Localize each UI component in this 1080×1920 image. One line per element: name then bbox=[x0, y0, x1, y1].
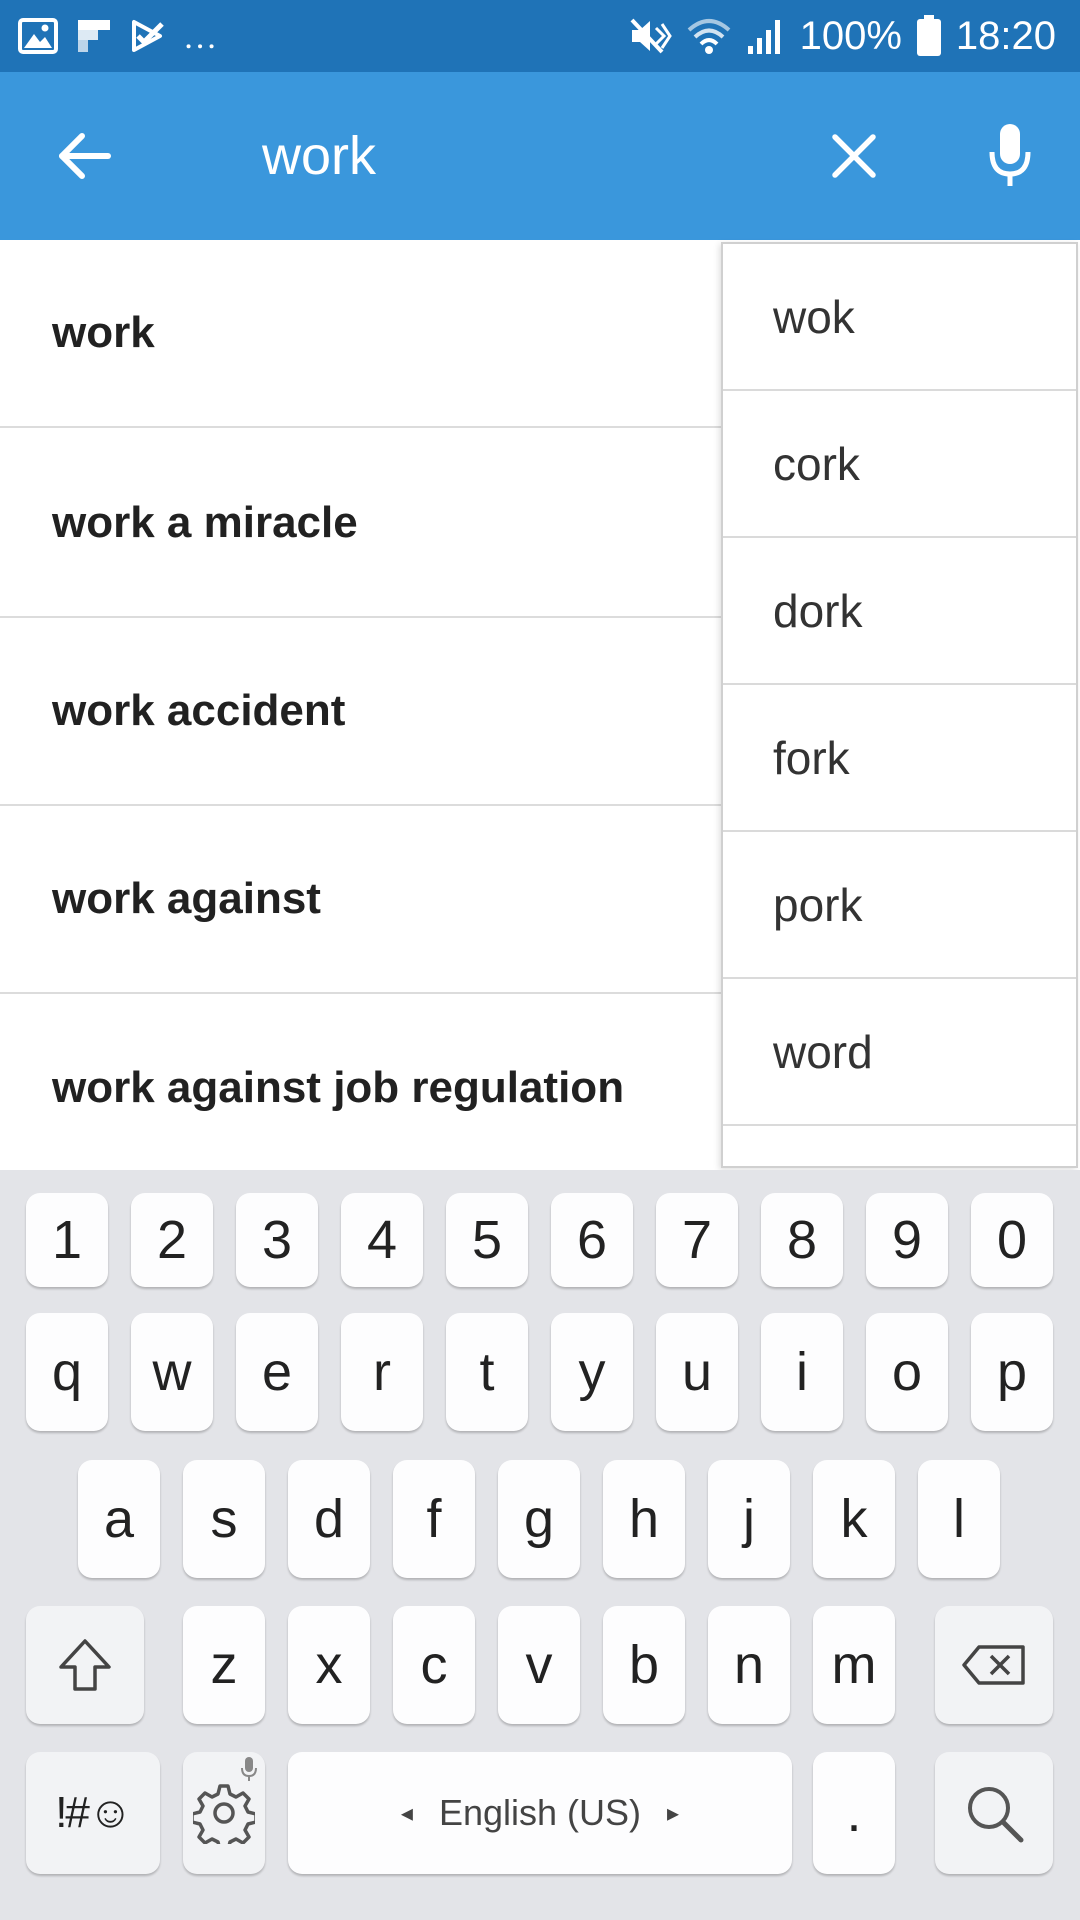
result-item[interactable]: work bbox=[0, 240, 722, 428]
suggestion-item[interactable]: pork bbox=[723, 832, 1076, 979]
key-h[interactable]: h bbox=[603, 1460, 685, 1578]
suggestion-label: dork bbox=[773, 584, 863, 637]
key-e[interactable]: e bbox=[236, 1313, 318, 1431]
status-overflow-dots: ... bbox=[184, 15, 219, 57]
wifi-icon bbox=[687, 19, 730, 54]
gear-icon bbox=[193, 1784, 255, 1844]
period-key[interactable]: . bbox=[813, 1752, 895, 1874]
search-input[interactable] bbox=[262, 114, 782, 198]
status-bar: ... 100% 18:20 bbox=[0, 0, 1080, 72]
symbols-key[interactable]: !#☺ bbox=[26, 1752, 160, 1874]
space-bar-language-label: English (US) bbox=[438, 1792, 642, 1833]
mute-icon bbox=[630, 18, 672, 54]
result-label: work against job regulation bbox=[52, 1063, 625, 1112]
suggestion-label: word bbox=[773, 1025, 873, 1078]
key-i[interactable]: i bbox=[761, 1313, 843, 1431]
key-f[interactable]: f bbox=[393, 1460, 475, 1578]
space-bar[interactable]: ◂ English (US) ▸ bbox=[288, 1752, 792, 1874]
key-4[interactable]: 4 bbox=[341, 1193, 423, 1287]
key-2[interactable]: 2 bbox=[131, 1193, 213, 1287]
key-c[interactable]: c bbox=[393, 1606, 475, 1724]
result-label: work against bbox=[52, 874, 321, 923]
key-b[interactable]: b bbox=[603, 1606, 685, 1724]
key-l[interactable]: l bbox=[918, 1460, 1000, 1578]
clock: 18:20 bbox=[955, 14, 1056, 58]
key-x[interactable]: x bbox=[288, 1606, 370, 1724]
key-d[interactable]: d bbox=[288, 1460, 370, 1578]
key-9[interactable]: 9 bbox=[866, 1193, 948, 1287]
backspace-key[interactable] bbox=[935, 1606, 1053, 1724]
result-item[interactable]: work against job regulation bbox=[0, 994, 722, 1170]
key-p[interactable]: p bbox=[971, 1313, 1053, 1431]
suggestion-item[interactable]: dork bbox=[723, 538, 1076, 685]
key-u[interactable]: u bbox=[656, 1313, 738, 1431]
checkbox-app-icon bbox=[132, 20, 164, 52]
flipboard-icon bbox=[78, 20, 110, 52]
key-z[interactable]: z bbox=[183, 1606, 265, 1724]
language-right-arrow-icon: ▸ bbox=[667, 1799, 680, 1827]
key-a[interactable]: a bbox=[78, 1460, 160, 1578]
status-right: 100% 18:20 bbox=[628, 10, 1056, 62]
key-0[interactable]: 0 bbox=[971, 1193, 1053, 1287]
result-item[interactable]: work a miracle bbox=[0, 430, 722, 618]
close-icon bbox=[832, 134, 876, 178]
result-item[interactable]: work accident bbox=[0, 618, 722, 806]
suggestion-label: fork bbox=[773, 731, 850, 784]
shift-key[interactable] bbox=[26, 1606, 144, 1724]
key-6[interactable]: 6 bbox=[551, 1193, 633, 1287]
key-n[interactable]: n bbox=[708, 1606, 790, 1724]
result-label: work accident bbox=[52, 686, 346, 735]
status-left: ... bbox=[18, 14, 218, 58]
result-item[interactable]: work against bbox=[0, 806, 722, 994]
key-m[interactable]: m bbox=[813, 1606, 895, 1724]
key-g[interactable]: g bbox=[498, 1460, 580, 1578]
search-key[interactable] bbox=[935, 1752, 1053, 1874]
suggestion-label: cork bbox=[773, 437, 860, 490]
key-5[interactable]: 5 bbox=[446, 1193, 528, 1287]
suggestion-item[interactable]: cork bbox=[723, 391, 1076, 538]
suggestion-item[interactable]: wok bbox=[723, 244, 1076, 391]
search-results-list: work work a miracle work accident work a… bbox=[0, 240, 722, 1170]
key-8[interactable]: 8 bbox=[761, 1193, 843, 1287]
microphone-icon bbox=[989, 124, 1031, 186]
key-7[interactable]: 7 bbox=[656, 1193, 738, 1287]
arrow-left-icon bbox=[59, 133, 111, 179]
battery-icon bbox=[916, 15, 941, 56]
gallery-icon bbox=[18, 18, 58, 54]
result-label: work bbox=[52, 308, 155, 357]
key-t[interactable]: t bbox=[446, 1313, 528, 1431]
key-r[interactable]: r bbox=[341, 1313, 423, 1431]
signal-icon bbox=[747, 20, 780, 54]
key-o[interactable]: o bbox=[866, 1313, 948, 1431]
shift-arrow-icon bbox=[59, 1639, 111, 1691]
key-v[interactable]: v bbox=[498, 1606, 580, 1724]
search-icon bbox=[968, 1787, 1024, 1843]
key-y[interactable]: y bbox=[551, 1313, 633, 1431]
suggestion-item[interactable]: word bbox=[723, 979, 1076, 1126]
key-j[interactable]: j bbox=[708, 1460, 790, 1578]
key-q[interactable]: q bbox=[26, 1313, 108, 1431]
suggestion-item[interactable]: fork bbox=[723, 685, 1076, 832]
key-w[interactable]: w bbox=[131, 1313, 213, 1431]
suggestion-label: wok bbox=[773, 290, 855, 343]
back-button[interactable] bbox=[48, 120, 120, 192]
key-s[interactable]: s bbox=[183, 1460, 265, 1578]
backspace-icon bbox=[962, 1645, 1025, 1685]
spelling-suggestions-popup: wok cork dork fork pork word bbox=[721, 242, 1078, 1168]
voice-search-button[interactable] bbox=[972, 116, 1048, 196]
search-app-bar bbox=[0, 72, 1080, 240]
key-1[interactable]: 1 bbox=[26, 1193, 108, 1287]
clear-search-button[interactable] bbox=[818, 120, 890, 192]
result-label: work a miracle bbox=[52, 498, 358, 547]
key-k[interactable]: k bbox=[813, 1460, 895, 1578]
language-left-arrow-icon: ◂ bbox=[400, 1799, 413, 1827]
voice-input-mini-icon bbox=[241, 1757, 257, 1781]
suggestion-label: pork bbox=[773, 878, 863, 931]
key-3[interactable]: 3 bbox=[236, 1193, 318, 1287]
battery-percent: 100% bbox=[799, 14, 902, 58]
